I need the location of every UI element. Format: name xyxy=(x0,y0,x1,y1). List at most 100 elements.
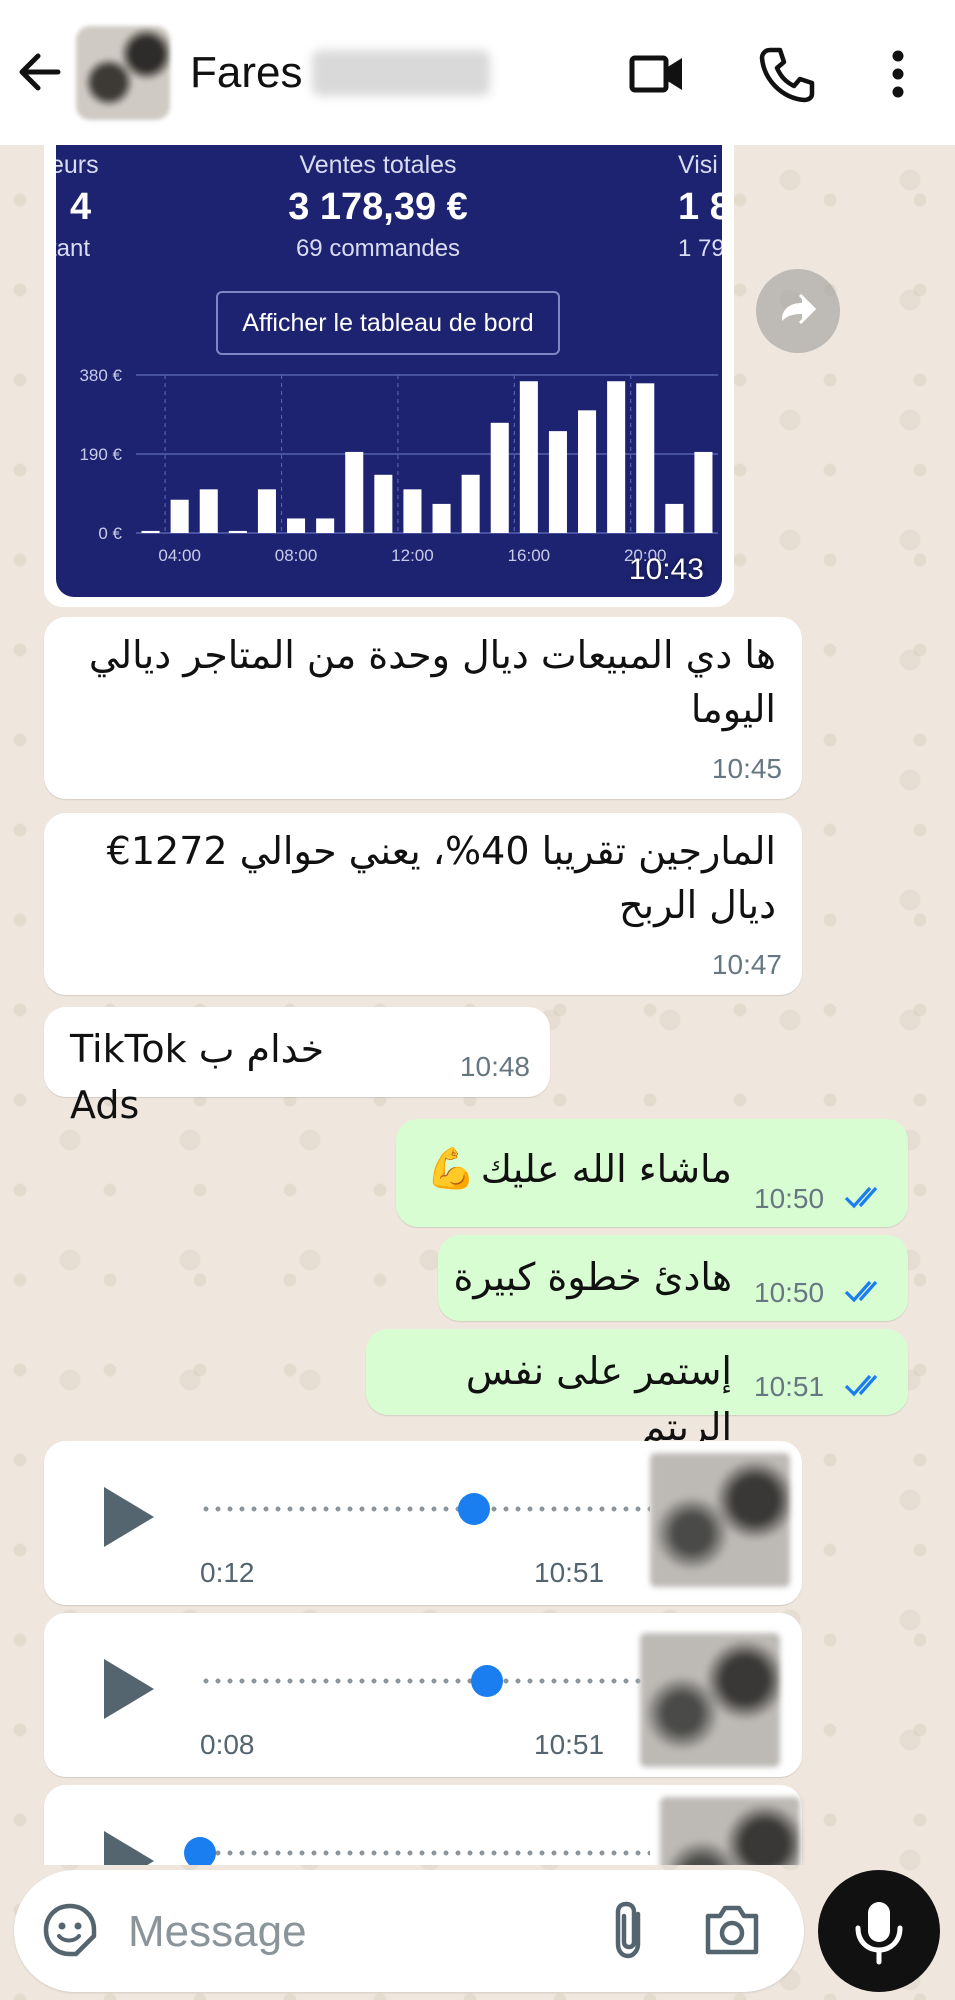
stat-left-value: 4 xyxy=(70,186,92,228)
outgoing-message[interactable]: هادئ خطوة كبيرة 10:50 xyxy=(438,1235,908,1321)
message-timestamp: 10:43 xyxy=(628,553,704,586)
chat-header: Fares xyxy=(0,0,955,145)
voice-waveform[interactable] xyxy=(200,1505,650,1513)
playback-slider-knob[interactable] xyxy=(457,1493,490,1525)
sender-avatar xyxy=(640,1633,780,1767)
chart-bar xyxy=(636,383,655,533)
chart-y-tick-label: 380 € xyxy=(79,366,122,385)
sender-avatar xyxy=(650,1453,790,1587)
chart-bar xyxy=(316,518,335,533)
voice-message[interactable] xyxy=(44,1785,802,1865)
composer-bar xyxy=(0,1866,955,2000)
message-timestamp: 10:48 xyxy=(459,1051,530,1082)
back-arrow-icon[interactable] xyxy=(14,44,74,100)
voice-waveform[interactable] xyxy=(200,1849,650,1857)
voice-duration: 0:12 xyxy=(200,1557,255,1588)
contact-name-redaction xyxy=(312,50,490,96)
stat-left-title: eurs xyxy=(56,151,99,179)
chart-y-tick-label: 190 € xyxy=(79,445,122,464)
stat-right: Visi 1 8 1 79 xyxy=(678,151,722,263)
read-receipt-icon xyxy=(844,1186,878,1209)
forward-icon[interactable] xyxy=(756,269,840,353)
outgoing-message[interactable]: ماشاء الله عليك 💪 10:50 xyxy=(396,1119,908,1227)
chart-bar xyxy=(665,503,684,533)
voice-message[interactable]: 0:08 10:51 xyxy=(44,1613,802,1777)
voice-message[interactable]: 0:12 10:51 xyxy=(44,1441,802,1605)
stat-right-sub: 1 79 xyxy=(678,235,722,262)
chart-bar xyxy=(374,474,393,533)
message-timestamp: 10:45 xyxy=(711,753,782,784)
phone-icon[interactable] xyxy=(756,44,816,104)
message-list[interactable]: eurs 4 tant Ventes totales 3 178,39 € 69… xyxy=(0,145,955,1865)
camera-icon[interactable] xyxy=(700,1900,764,1960)
chart-x-tick-label: 04:00 xyxy=(158,546,201,565)
message-text-line2: ديال الربح xyxy=(619,883,776,927)
message-text: إستمر على نفس الريتم xyxy=(465,1349,732,1449)
chart-bar xyxy=(141,530,160,533)
chart-x-tick-label: 08:00 xyxy=(275,546,318,565)
playback-slider-knob[interactable] xyxy=(184,1837,216,1865)
message-timestamp: 10:51 xyxy=(534,1557,605,1588)
chart-bar xyxy=(607,381,626,533)
message-text: خدام ب TikTok Ads xyxy=(70,1027,325,1127)
stat-total-title: Ventes totales xyxy=(299,151,457,179)
chart-bar xyxy=(228,530,247,533)
message-input[interactable] xyxy=(126,1896,600,1968)
chart-bar xyxy=(287,518,306,533)
sticker-emoji-icon[interactable] xyxy=(40,1900,100,1960)
chart-bar xyxy=(345,451,364,533)
chart-bar xyxy=(490,422,509,533)
contact-name[interactable]: Fares xyxy=(190,48,302,98)
stat-left-sub: tant xyxy=(56,235,91,262)
chart-bar xyxy=(548,431,567,533)
video-call-icon[interactable] xyxy=(628,44,688,104)
chart-bar xyxy=(461,474,480,533)
message-timestamp: 10:51 xyxy=(534,1729,605,1760)
message-timestamp: 10:51 xyxy=(754,1371,825,1402)
emoji: 💪 xyxy=(426,1146,476,1192)
chart-bar xyxy=(403,489,422,533)
chart-bar xyxy=(170,499,189,533)
play-icon[interactable] xyxy=(96,1653,160,1725)
message-box[interactable] xyxy=(14,1870,804,1992)
read-receipt-icon xyxy=(844,1280,878,1303)
voice-waveform[interactable] xyxy=(200,1677,650,1685)
chart-x-tick-label: 16:00 xyxy=(508,546,551,565)
image-message[interactable]: eurs 4 tant Ventes totales 3 178,39 € 69… xyxy=(44,145,734,607)
stat-total-sales: Ventes totales 3 178,39 € 69 commandes xyxy=(228,151,528,263)
message-text: ها دي المبيعات ديال وحدة من المتاجر ديال… xyxy=(88,633,776,677)
play-icon[interactable] xyxy=(96,1825,160,1865)
incoming-message[interactable]: خدام ب TikTok Ads 10:48 xyxy=(44,1007,550,1127)
chart-bar xyxy=(519,381,538,533)
stat-right-value: 1 8 xyxy=(678,186,722,228)
stat-orders: 69 commandes xyxy=(295,235,461,262)
sales-bar-chart: 380 €190 €0 €04:00 08:00 12:00 16:00 20:00 xyxy=(79,366,718,565)
chart-bar xyxy=(199,489,218,533)
more-vert-icon[interactable] xyxy=(868,44,928,104)
chart-bar xyxy=(257,489,276,533)
chart-bar xyxy=(432,503,451,533)
dashboard-button: Afficher le tableau de bord xyxy=(216,291,560,355)
read-receipt-icon xyxy=(844,1374,878,1397)
message-timestamp: 10:47 xyxy=(711,949,782,980)
message-text: المارجين تقريبا 40%، يعني حوالي 1272€ xyxy=(106,829,776,873)
stat-right-title: Visi xyxy=(678,151,718,179)
message-timestamp: 10:50 xyxy=(754,1183,825,1214)
message-timestamp: 10:50 xyxy=(754,1277,825,1308)
incoming-message[interactable]: المارجين تقريبا 40%، يعني حوالي 1272€ دي… xyxy=(44,813,802,995)
stat-total-value: 3 178,39 € xyxy=(288,186,468,228)
voice-duration: 0:08 xyxy=(200,1729,255,1760)
mic-button[interactable] xyxy=(818,1870,940,1992)
avatar[interactable] xyxy=(76,26,170,120)
chart-y-tick-label: 0 € xyxy=(98,524,122,543)
attach-icon[interactable] xyxy=(600,1898,660,1962)
incoming-message[interactable]: ها دي المبيعات ديال وحدة من المتاجر ديال… xyxy=(44,617,802,799)
message-text-line2: اليوما xyxy=(690,687,776,731)
chart-bar xyxy=(694,451,713,533)
chart-bar xyxy=(578,410,597,533)
play-icon[interactable] xyxy=(96,1481,160,1553)
sender-avatar xyxy=(660,1797,800,1865)
message-text: هادئ خطوة كبيرة xyxy=(453,1255,732,1299)
playback-slider-knob[interactable] xyxy=(470,1665,503,1697)
outgoing-message[interactable]: إستمر على نفس الريتم 10:51 xyxy=(366,1329,908,1449)
